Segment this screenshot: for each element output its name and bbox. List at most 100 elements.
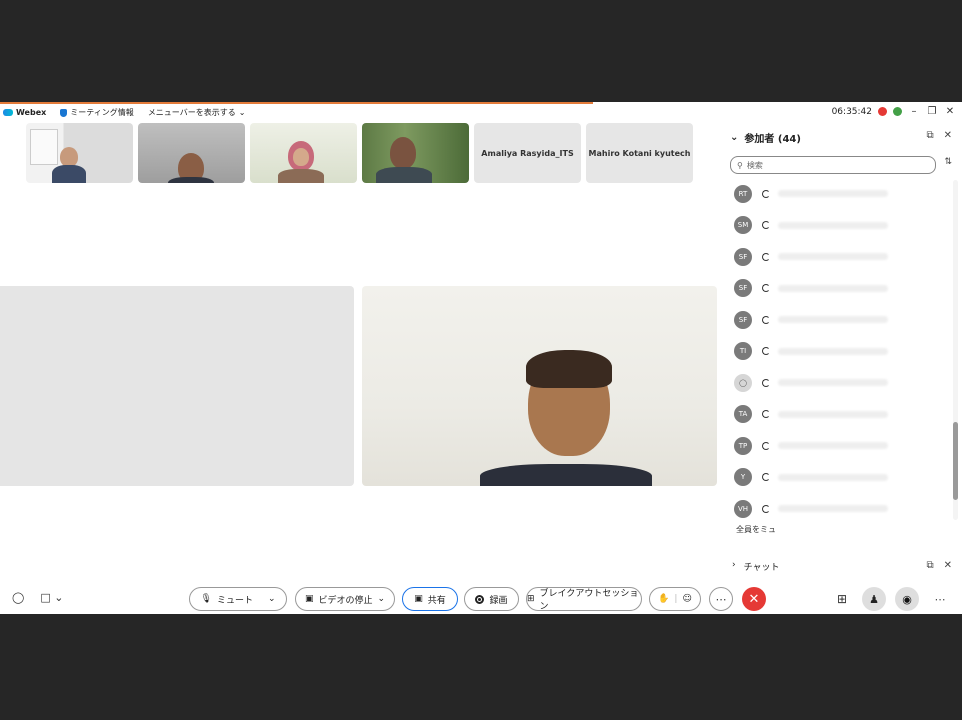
participant-scrollbar-thumb[interactable] — [953, 422, 958, 500]
layout-icon[interactable]: ◯ — [12, 591, 24, 604]
participants-header[interactable]: ⌄ 参加者 (44) — [730, 130, 801, 145]
chat-header[interactable]: › チャット — [732, 560, 780, 573]
app-name: Webex — [16, 108, 47, 117]
close-icon[interactable]: ✕ — [944, 560, 952, 571]
captions-button[interactable]: □ ⌄ — [40, 591, 63, 604]
avatar: VH — [734, 499, 752, 518]
participant-body — [52, 165, 86, 183]
participant-row[interactable]: SF — [734, 241, 934, 273]
blurred-name — [778, 347, 888, 355]
stop-video-button[interactable]: ▣ ビデオの停止 ⌄ — [295, 587, 395, 611]
avatar: TA — [734, 405, 752, 424]
speaker-shirt — [480, 464, 652, 486]
breakout-label: ブレイクアウトセッション — [539, 589, 639, 612]
participant-name-tile[interactable]: Mahiro Kotani kyutech — [586, 123, 693, 183]
mute-button[interactable]: 🎙 ミュート ⌄ — [189, 587, 287, 611]
popout-icon[interactable]: ⧉ — [926, 560, 933, 571]
microphone-icon — [760, 283, 770, 293]
sort-icon[interactable]: ⇅ — [944, 157, 952, 167]
participant-row[interactable]: TP — [734, 430, 934, 462]
recording-status-icon — [878, 107, 887, 116]
shield-icon — [60, 108, 68, 117]
minimize-button[interactable]: – — [908, 106, 920, 117]
raise-hand-icon[interactable]: ✋ — [658, 594, 669, 604]
restore-button[interactable]: ❐ — [926, 106, 938, 117]
mute-all-button[interactable]: 全員をミュ — [736, 524, 776, 535]
meeting-info-button[interactable]: ミーティング情報 — [60, 107, 134, 118]
participant-search-field[interactable]: ⚲ 検索 — [730, 156, 936, 174]
participant-row[interactable]: ◯ — [734, 367, 934, 399]
blurred-name — [778, 442, 888, 450]
participants-toggle-button[interactable]: ♟ — [862, 587, 886, 611]
participant-video-tile[interactable] — [362, 123, 469, 183]
avatar: TP — [734, 436, 752, 455]
breakout-session-button[interactable]: ⊞ ブレイクアウトセッション — [526, 587, 642, 612]
participant-body — [168, 177, 214, 183]
avatar: SF — [734, 247, 752, 266]
avatar: TI — [734, 342, 752, 361]
share-button[interactable]: ▣ 共有 — [402, 587, 458, 611]
participants-panel: ⌄ 参加者 (44) ⧉ ✕ ⚲ 検索 ⇅ RT SM SF SF SF TI … — [722, 122, 962, 573]
microphone-icon: 🎙 — [200, 594, 212, 604]
mute-label: ミュート — [216, 595, 253, 606]
meeting-controls-bar: ◯ □ ⌄ 🎙 ミュート ⌄ ▣ ビデオの停止 ⌄ ▣ 共有 録画 ⊞ ブレイク… — [0, 582, 962, 614]
webex-icon — [3, 109, 13, 116]
blurred-name — [778, 190, 888, 198]
participant-row[interactable]: TI — [734, 336, 934, 368]
record-button[interactable]: 録画 — [464, 587, 519, 611]
participant-body — [376, 167, 432, 183]
search-icon: ⚲ — [737, 160, 743, 170]
show-menubar-label: メニューバーを表示する — [147, 108, 236, 117]
participants-title: 参加者 (44) — [744, 134, 801, 145]
blurred-name — [778, 410, 888, 418]
participant-row[interactable]: VH — [734, 493, 934, 525]
record-label: 録画 — [489, 595, 508, 606]
empty-video-tile[interactable] — [0, 286, 354, 486]
participant-row[interactable]: Y — [734, 462, 934, 494]
blurred-name — [778, 284, 888, 292]
webex-logo: Webex — [3, 108, 46, 117]
search-placeholder: 検索 — [746, 160, 763, 170]
participant-video-tile[interactable] — [26, 123, 133, 183]
avatar: RT — [734, 184, 752, 203]
speaker-hair — [526, 350, 612, 388]
participant-row[interactable]: SM — [734, 210, 934, 242]
participant-video-tile[interactable] — [138, 123, 245, 183]
microphone-icon — [760, 315, 770, 325]
close-icon[interactable]: ✕ — [944, 130, 952, 141]
participant-list: RT SM SF SF SF TI ◯ TA TP Y VH — [734, 178, 934, 525]
chevron-down-icon: ⌄ — [267, 594, 276, 604]
meeting-clock: 06:35:42 — [831, 106, 872, 117]
close-window-button[interactable]: ✕ — [944, 106, 956, 117]
active-speaker-video[interactable] — [362, 286, 717, 486]
chevron-down-icon: ⌄ — [238, 108, 246, 117]
overflow-menu-icon[interactable]: ⋯ — [928, 587, 952, 611]
avatar: SF — [734, 279, 752, 298]
smiley-icon[interactable]: ☺ — [682, 594, 691, 604]
chat-toggle-button[interactable]: ◉ — [895, 587, 919, 611]
participant-name: Amaliya Rasyida_ITS — [481, 148, 574, 158]
participant-name-tile[interactable]: Amaliya Rasyida_ITS — [474, 123, 581, 183]
participant-name: Mahiro Kotani kyutech — [588, 148, 691, 158]
participant-row[interactable]: SF — [734, 304, 934, 336]
microphone-icon — [760, 378, 770, 388]
participant-video-tile[interactable] — [250, 123, 357, 183]
microphone-icon — [760, 346, 770, 356]
webex-meeting-window: Webex ミーティング情報 メニューバーを表示する ⌄ 06:35:42 – … — [0, 102, 962, 614]
blurred-name — [778, 253, 888, 261]
microphone-icon — [760, 189, 770, 199]
participant-row[interactable]: TA — [734, 399, 934, 431]
popout-icon[interactable]: ⧉ — [926, 130, 933, 141]
microphone-icon — [760, 252, 770, 262]
participant-face — [293, 148, 309, 166]
reactions-button-group[interactable]: ✋ | ☺ — [649, 587, 701, 611]
participant-row[interactable]: RT — [734, 178, 934, 210]
end-call-button[interactable]: ✕ — [742, 587, 766, 611]
participant-row[interactable]: SF — [734, 273, 934, 305]
more-options-button[interactable]: ⋯ — [709, 587, 733, 611]
share-icon: ▣ — [414, 594, 423, 604]
apps-icon[interactable]: ⊞ — [830, 587, 854, 611]
blurred-name — [778, 473, 888, 481]
microphone-icon — [760, 409, 770, 419]
show-menubar-button[interactable]: メニューバーを表示する ⌄ — [148, 107, 246, 118]
